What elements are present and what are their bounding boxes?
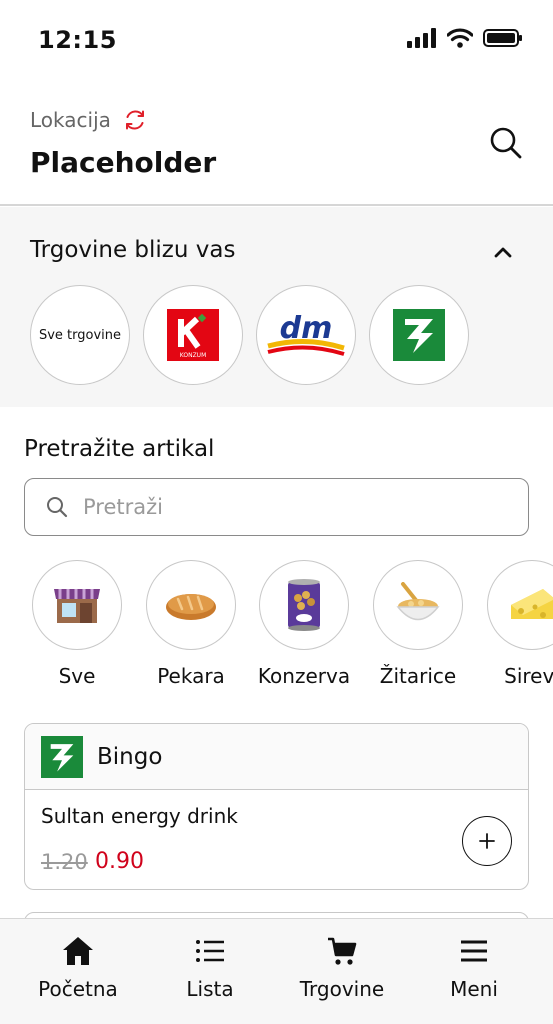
signal-icon [407, 28, 436, 48]
list-icon [196, 940, 224, 962]
stores-title: Trgovine blizu vas [30, 237, 236, 263]
konzum-logo: KONZUM [167, 309, 219, 361]
store-icon [54, 589, 100, 623]
search-input[interactable] [83, 495, 483, 519]
tab-pocetna[interactable]: Početna [18, 935, 138, 1001]
store-dm-button[interactable]: dm [256, 285, 356, 385]
tab-trgovine[interactable]: Trgovine [282, 935, 402, 1001]
category-label: Žitarice [379, 664, 457, 688]
tab-meni[interactable]: Meni [414, 935, 534, 1001]
category-konzerva[interactable]: Konzerva [254, 560, 354, 688]
store-all-label: Sve trgovine [38, 327, 122, 343]
dm-logo: dm [267, 311, 345, 356]
store-bingo-button[interactable] [369, 285, 469, 385]
status-bar: 12:15 [0, 0, 553, 80]
search-title: Pretražite artikal [24, 436, 215, 462]
tab-lista[interactable]: Lista [150, 935, 270, 1001]
category-circle [259, 560, 349, 650]
tab-label: Meni [450, 977, 498, 1001]
store-list: Sve trgovine KONZUM dm [30, 285, 469, 385]
deal-card-header: Bingo [25, 724, 528, 790]
category-label: Pekara [157, 664, 225, 688]
store-konzum-button[interactable]: KONZUM [143, 285, 243, 385]
add-to-list-button[interactable] [462, 816, 512, 866]
category-circle [373, 560, 463, 650]
deal-card[interactable]: Bingo Sultan energy drink 1.20 0.90 [24, 723, 529, 890]
search-field[interactable] [24, 478, 529, 536]
category-label: Sirevi [504, 664, 553, 688]
search-icon[interactable] [489, 126, 523, 160]
location-row[interactable]: Lokacija [30, 108, 147, 132]
cereal-icon [396, 582, 440, 621]
tab-label: Početna [38, 977, 118, 1001]
category-label: Konzerva [257, 664, 351, 688]
category-circle [146, 560, 236, 650]
can-icon [288, 579, 320, 631]
tab-label: Lista [186, 977, 234, 1001]
menu-icon [461, 940, 487, 962]
search-icon [47, 497, 68, 518]
old-price: 1.20 [41, 850, 88, 874]
product-name: Sultan energy drink [41, 804, 238, 828]
home-icon [63, 937, 93, 965]
category-circle [487, 560, 553, 650]
header: Lokacija Placeholder [0, 80, 553, 206]
cart-icon [328, 937, 357, 965]
category-sirevi[interactable]: Sirevi [482, 560, 553, 688]
deal-store-name: Bingo [97, 743, 163, 770]
chevron-up-icon[interactable] [493, 245, 513, 259]
new-price: 0.90 [95, 849, 144, 874]
tab-bar: Početna Lista Trgovine Meni [0, 918, 553, 1024]
battery-icon [483, 29, 522, 47]
store-all-button[interactable]: Sve trgovine [30, 285, 130, 385]
wifi-icon [447, 28, 473, 48]
bingo-logo [41, 735, 83, 778]
stores-section: Trgovine blizu vas Sve trgovine KONZUM d… [0, 207, 553, 407]
category-zitarice[interactable]: Žitarice [368, 560, 468, 688]
plus-icon [479, 833, 495, 849]
refresh-icon[interactable] [123, 108, 147, 132]
bingo-logo [393, 309, 445, 361]
category-label: Sve [58, 664, 96, 688]
category-pekara[interactable]: Pekara [141, 560, 241, 688]
location-label: Lokacija [30, 108, 111, 132]
tab-label: Trgovine [299, 977, 385, 1001]
status-time: 12:15 [38, 26, 117, 54]
bread-icon [166, 594, 216, 620]
status-icons [407, 28, 523, 48]
deal-card-body: Sultan energy drink 1.20 0.90 [25, 790, 528, 889]
location-name[interactable]: Placeholder [30, 146, 216, 179]
category-sve[interactable]: Sve [27, 560, 127, 688]
category-list: Sve Pekara Konzerva Žitarice Sirev [0, 560, 553, 690]
category-circle [32, 560, 122, 650]
svg-text:KONZUM: KONZUM [180, 352, 207, 359]
cheese-icon [511, 589, 553, 619]
